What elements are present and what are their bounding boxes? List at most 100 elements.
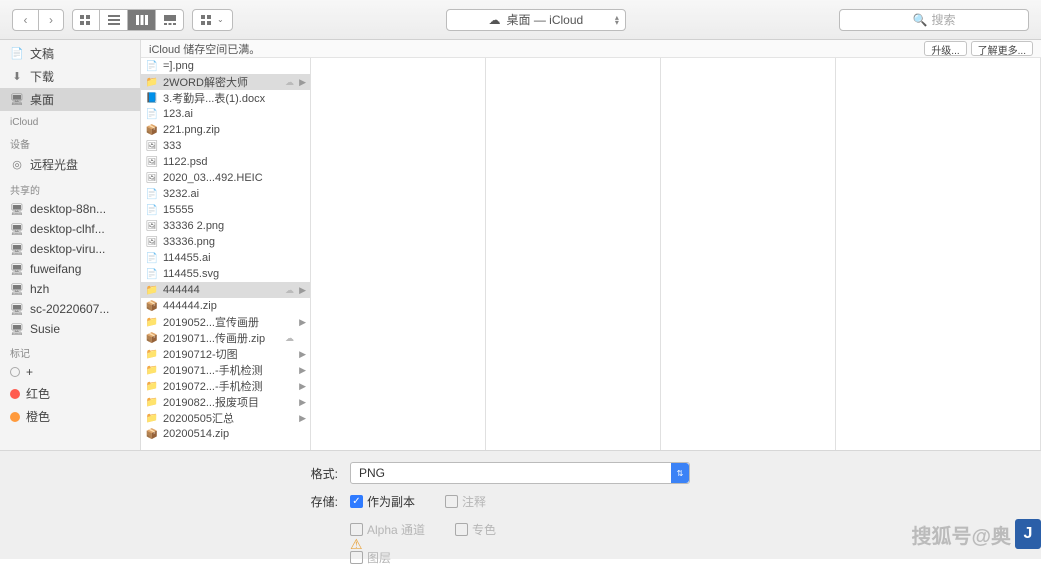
img-icon: 🖼	[145, 140, 159, 152]
chevron-right-icon: ▶	[299, 365, 306, 376]
sidebar-header-devices: 设备	[0, 130, 140, 153]
arrange-button[interactable]: ⌄	[192, 9, 233, 31]
file-row[interactable]: 📄=].png	[141, 58, 310, 74]
file-row[interactable]: 📁2019082...报废项目▶	[141, 394, 310, 410]
file-name: 221.png.zip	[163, 124, 220, 136]
file-row[interactable]: 🖼33336 2.png	[141, 218, 310, 234]
view-icons-button[interactable]	[72, 9, 100, 31]
checkbox-as-copy[interactable]: ✓作为副本	[350, 493, 415, 510]
folder-icon: 📁	[145, 396, 159, 408]
sidebar-tag[interactable]: +	[0, 362, 140, 382]
zip-icon: 📦	[145, 124, 159, 136]
ai-icon: 📄	[145, 252, 159, 264]
arrange-icon	[201, 15, 213, 25]
file-name: 2020_03...492.HEIC	[163, 172, 263, 184]
file-row[interactable]: 📄114455.ai	[141, 250, 310, 266]
computer-icon: 🖥	[10, 222, 24, 236]
sidebar-item-shared[interactable]: 🖥desktop-88n...	[0, 199, 140, 219]
forward-button[interactable]: ›	[38, 9, 64, 31]
checkbox-alpha: Alpha 通道	[350, 521, 425, 538]
folder-icon: 📁	[145, 348, 159, 360]
folder-icon: 📁	[145, 412, 159, 424]
zip-icon: 📦	[145, 300, 159, 312]
sidebar-item-downloads[interactable]: ⬇下载	[0, 65, 140, 88]
sidebar-item-remote-disc[interactable]: ◎远程光盘	[0, 153, 140, 176]
save-label: 存储:	[0, 493, 350, 510]
file-row[interactable]: 📄3232.ai	[141, 186, 310, 202]
format-value: PNG	[359, 466, 385, 480]
checkbox-spot: 专色	[455, 521, 496, 538]
chevron-right-icon: ▶	[299, 77, 306, 88]
file-column-4[interactable]	[836, 58, 1041, 450]
file-row[interactable]: 🖼 2020_03...492.HEIC	[141, 170, 310, 186]
cloud-icon: ☁	[285, 285, 294, 296]
file-row[interactable]: 📄114455.svg	[141, 266, 310, 282]
file-row[interactable]: 📦20200514.zip	[141, 426, 310, 442]
upgrade-button[interactable]: 升级...	[924, 41, 966, 56]
file-row[interactable]: 📦444444.zip	[141, 298, 310, 314]
banner-text: iCloud 储存空间已满。	[149, 41, 260, 57]
grid-icon	[80, 15, 92, 25]
view-list-button[interactable]	[100, 9, 128, 31]
file-name: 2WORD解密大师	[163, 74, 248, 90]
columns-icon	[136, 15, 148, 25]
file-row[interactable]: 🖼1122.psd	[141, 154, 310, 170]
sidebar-tag[interactable]: 橙色	[0, 405, 140, 428]
format-select[interactable]: PNG ⇅	[350, 462, 690, 484]
sidebar-item-shared[interactable]: 🖥Susie	[0, 319, 140, 339]
checkbox-notes: 注释	[445, 493, 486, 510]
sidebar-item-shared[interactable]: 🖥fuweifang	[0, 259, 140, 279]
file-row[interactable]: 📘3.考勤异...表(1).docx	[141, 90, 310, 106]
file-column-0[interactable]: 📄=].png📁2WORD解密大师☁▶📘3.考勤异...表(1).docx📄12…	[141, 58, 311, 450]
file-row[interactable]: 📁2WORD解密大师☁▶	[141, 74, 310, 90]
file-row[interactable]: 📄123.ai	[141, 106, 310, 122]
file-row[interactable]: 🖼33336.png	[141, 234, 310, 250]
sidebar-item-documents[interactable]: 📄文稿	[0, 42, 140, 65]
file-row[interactable]: 📁2019072...-手机检测▶	[141, 378, 310, 394]
heic-icon: 🖼	[145, 172, 159, 184]
tag-swatch	[10, 367, 20, 377]
view-columns-button[interactable]	[128, 9, 156, 31]
folder-icon: 📁	[145, 76, 159, 88]
nav-buttons: ‹ ›	[12, 9, 64, 31]
sidebar-item-shared[interactable]: 🖥desktop-viru...	[0, 239, 140, 259]
file-row[interactable]: 📁444444☁▶	[141, 282, 310, 298]
file-name: 20200514.zip	[163, 428, 229, 440]
file-row[interactable]: 🖼 333	[141, 138, 310, 154]
back-button[interactable]: ‹	[12, 9, 38, 31]
warning-icon: ⚠	[350, 536, 363, 553]
computer-icon: 🖥	[10, 302, 24, 316]
search-field[interactable]: 🔍 搜索	[839, 9, 1029, 31]
computer-icon: 🖥	[10, 322, 24, 336]
format-label: 格式:	[0, 465, 350, 482]
file-column-1[interactable]	[311, 58, 486, 450]
sidebar-item-shared[interactable]: 🖥desktop-clhf...	[0, 219, 140, 239]
file-column-3[interactable]	[661, 58, 836, 450]
view-gallery-button[interactable]	[156, 9, 184, 31]
file-row[interactable]: 📁2019071...-手机检测▶	[141, 362, 310, 378]
path-label: 桌面 — iCloud	[506, 11, 583, 28]
file-name: 15555	[163, 204, 194, 216]
learn-more-button[interactable]: 了解更多...	[971, 41, 1033, 56]
path-bar[interactable]: ☁ 桌面 — iCloud ▴▾	[446, 9, 626, 31]
file-row[interactable]: 📦2019071...传画册.zip☁	[141, 330, 310, 346]
file-row[interactable]: 📁2019052...宣传画册▶	[141, 314, 310, 330]
sidebar-item-desktop[interactable]: 🖥桌面	[0, 88, 140, 111]
disc-icon: ◎	[10, 158, 24, 172]
sidebar-tag[interactable]: 红色	[0, 382, 140, 405]
file-row[interactable]: 📁20190712-切图▶	[141, 346, 310, 362]
chevron-updown-icon: ⇅	[671, 463, 689, 483]
file-row[interactable]: 📁20200505汇总▶	[141, 410, 310, 426]
file-row[interactable]: 📦 221.png.zip	[141, 122, 310, 138]
cloud-icon: ☁	[285, 333, 294, 344]
file-name: 123.ai	[163, 108, 193, 120]
file-row[interactable]: 📄15555	[141, 202, 310, 218]
computer-icon: 🖥	[10, 242, 24, 256]
sidebar-item-shared[interactable]: 🖥hzh	[0, 279, 140, 299]
chevron-right-icon: ▶	[299, 349, 306, 360]
checkbox-icon	[455, 523, 468, 536]
file-column-2[interactable]	[486, 58, 661, 450]
sidebar-item-shared[interactable]: 🖥sc-20220607...	[0, 299, 140, 319]
file-name: 333	[163, 140, 181, 152]
file-name: 20200505汇总	[163, 410, 234, 426]
